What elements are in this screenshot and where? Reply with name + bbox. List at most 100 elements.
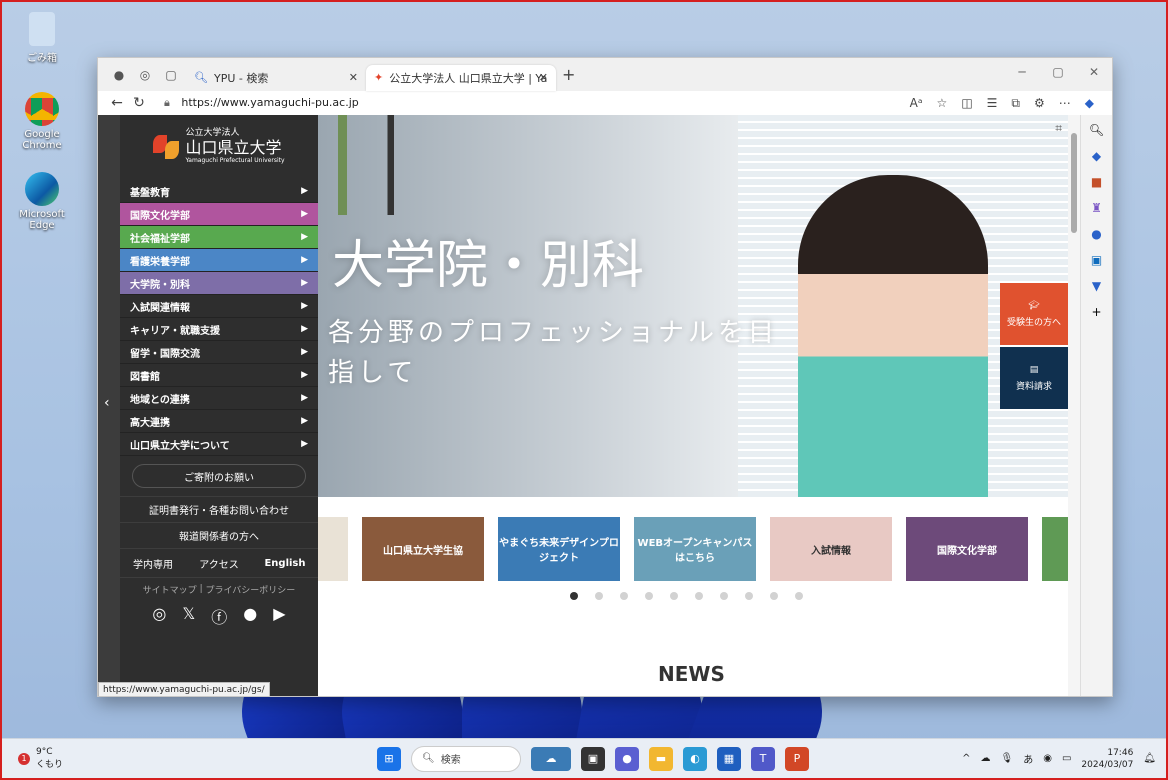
- intranet-link[interactable]: 学内専用: [120, 549, 186, 577]
- ime-indicator[interactable]: あ: [1023, 751, 1033, 766]
- carousel-dot[interactable]: [645, 592, 653, 600]
- menu-item[interactable]: 基盤教育 ▶: [120, 180, 318, 203]
- start-icon[interactable]: ⊞: [377, 746, 401, 771]
- banner-item[interactable]: よ: [318, 517, 348, 581]
- wifi-icon[interactable]: ◉: [1043, 753, 1052, 764]
- close-tab-icon[interactable]: ✕: [539, 71, 548, 84]
- mic-icon[interactable]: 🎙︎: [1001, 753, 1014, 764]
- banner-item[interactable]: 入試情報: [770, 517, 892, 581]
- notifications-icon[interactable]: 🔔︎: [1143, 753, 1156, 764]
- file-explorer-icon[interactable]: ▬: [649, 746, 673, 771]
- shopping-icon[interactable]: ◆: [1092, 149, 1101, 163]
- menu-item[interactable]: 国際文化学部 ▶: [120, 203, 318, 226]
- chevron-up-icon[interactable]: ^: [962, 753, 970, 764]
- search-icon[interactable]: 🔍︎: [1089, 123, 1104, 137]
- copilot-icon[interactable]: ◆: [1085, 96, 1094, 111]
- recycle-bin-icon[interactable]: ごみ箱: [10, 12, 74, 64]
- edge-desktop-icon[interactable]: Microsoft Edge: [10, 172, 74, 231]
- privacy-link[interactable]: プライバシーポリシー: [205, 583, 295, 596]
- menu-item[interactable]: 留学・国際交流 ▶: [120, 341, 318, 364]
- menu-item[interactable]: 大学院・別科 ▶: [120, 272, 318, 295]
- back-button[interactable]: ←: [106, 95, 128, 111]
- carousel-dot[interactable]: [670, 592, 678, 600]
- new-tab-button[interactable]: +: [562, 65, 575, 84]
- chrome-desktop-icon[interactable]: Google Chrome: [10, 92, 74, 151]
- x-icon[interactable]: 𝕏: [182, 604, 195, 628]
- add-icon[interactable]: +: [1091, 305, 1101, 319]
- favorite-star-icon[interactable]: ☆: [937, 96, 948, 111]
- menu-item[interactable]: 入試関連情報 ▶: [120, 295, 318, 318]
- english-link[interactable]: English: [252, 549, 318, 577]
- sitemap-link[interactable]: サイトマップ: [143, 583, 197, 596]
- banner-item[interactable]: 山口県立大学生協: [362, 517, 484, 581]
- menu-item[interactable]: 看護栄養学部 ▶: [120, 249, 318, 272]
- read-aloud-icon[interactable]: Aᵃ: [910, 96, 923, 111]
- clock[interactable]: 17:46 2024/03/07: [1081, 747, 1133, 771]
- carousel-dot[interactable]: [570, 592, 578, 600]
- close-tab-icon[interactable]: ✕: [349, 71, 358, 84]
- tab-search[interactable]: 🔍︎ YPU - 検索 ✕: [186, 65, 366, 91]
- tab-active[interactable]: ✦ 公立大学法人 山口県立大学 | Ya ✕: [366, 64, 556, 91]
- workspaces-icon[interactable]: ◎: [134, 64, 156, 86]
- tab-actions-icon[interactable]: ▢: [160, 64, 182, 86]
- m365-icon[interactable]: ●: [1091, 227, 1101, 241]
- games-icon[interactable]: ♜: [1091, 201, 1102, 215]
- refresh-button[interactable]: ↻: [128, 95, 150, 111]
- applicants-button[interactable]: 🎓︎ 受験生の方へ: [1000, 283, 1068, 345]
- banner-item[interactable]: WEBオープンキャンパスはこちら: [634, 517, 756, 581]
- minimize-button[interactable]: ─: [1004, 58, 1040, 86]
- menu-item[interactable]: 高大連携 ▶: [120, 410, 318, 433]
- carousel-dot[interactable]: [695, 592, 703, 600]
- powerpoint-icon[interactable]: P: [785, 746, 809, 771]
- favorites-icon[interactable]: ☰: [987, 96, 998, 111]
- menu-item[interactable]: 地域との連携 ▶: [120, 387, 318, 410]
- weather-widget[interactable]: 1 9°C くもり: [18, 747, 63, 770]
- chat-icon[interactable]: ●: [615, 746, 639, 771]
- battery-icon[interactable]: ▭: [1062, 753, 1071, 764]
- banner-item[interactable]: 国際文化学部: [906, 517, 1028, 581]
- outlook-icon[interactable]: ▣: [1091, 253, 1102, 267]
- extensions-icon[interactable]: ⚙: [1034, 96, 1045, 111]
- taskbar-search[interactable]: 🔍︎ 検索: [411, 745, 521, 772]
- task-view-icon[interactable]: ▣: [581, 746, 605, 771]
- menu-item[interactable]: 山口県立大学について ▶: [120, 433, 318, 456]
- teams-icon[interactable]: T: [751, 746, 775, 771]
- certificates-link[interactable]: 証明書発行・各種お問い合わせ: [120, 496, 318, 522]
- scroll-thumb[interactable]: [1071, 133, 1077, 233]
- widgets-icon[interactable]: ☁: [531, 746, 571, 771]
- store-icon[interactable]: ▦: [717, 746, 741, 771]
- split-screen-icon[interactable]: ◫: [961, 96, 972, 111]
- screenshot-icon[interactable]: ⌗: [1055, 121, 1062, 136]
- carousel-dot[interactable]: [720, 592, 728, 600]
- onedrive-icon[interactable]: ☁: [981, 753, 991, 764]
- carousel-dot[interactable]: [770, 592, 778, 600]
- access-link[interactable]: アクセス: [186, 549, 252, 577]
- menu-item[interactable]: キャリア・就職支援 ▶: [120, 318, 318, 341]
- banner-item[interactable]: やまぐち未来デザインプロジェクト: [498, 517, 620, 581]
- carousel-dot[interactable]: [745, 592, 753, 600]
- press-link[interactable]: 報道関係者の方へ: [120, 522, 318, 548]
- tools-icon[interactable]: ■: [1091, 175, 1102, 189]
- maximize-button[interactable]: ▢: [1040, 58, 1076, 86]
- close-button[interactable]: ✕: [1076, 58, 1112, 86]
- youtube-icon[interactable]: ▶: [273, 604, 285, 628]
- menu-item[interactable]: 図書館 ▶: [120, 364, 318, 387]
- hero-slider[interactable]: 大学院・別科 各分野のプロフェッショナルを目指して ⌗ 🎓︎ 受験生の方へ ▤ …: [318, 115, 1068, 497]
- edge-taskbar-icon[interactable]: ◐: [683, 746, 707, 771]
- drop-icon[interactable]: ▼: [1092, 279, 1101, 293]
- banner-item[interactable]: 社会: [1042, 517, 1068, 581]
- address-bar[interactable]: 🔒︎ https://www.yamaguchi-pu.ac.jp: [164, 96, 910, 110]
- more-icon[interactable]: ⋯: [1059, 96, 1071, 111]
- donate-button[interactable]: ご寄附のお願い: [132, 464, 306, 488]
- site-logo[interactable]: 公立大学法人 山口県立大学 Yamaguchi Prefectural Univ…: [120, 115, 318, 180]
- facebook-icon[interactable]: ⓕ: [211, 604, 227, 628]
- sidebar-toggle[interactable]: ‹: [98, 115, 120, 696]
- request-materials-button[interactable]: ▤ 資料請求: [1000, 347, 1068, 409]
- menu-item[interactable]: 社会福祉学部 ▶: [120, 226, 318, 249]
- profile-icon[interactable]: ●: [108, 64, 130, 86]
- carousel-dot[interactable]: [620, 592, 628, 600]
- instagram-icon[interactable]: ◎: [152, 604, 166, 628]
- line-icon[interactable]: ●: [243, 604, 257, 628]
- carousel-dot[interactable]: [795, 592, 803, 600]
- collections-icon[interactable]: ⧉: [1011, 96, 1020, 111]
